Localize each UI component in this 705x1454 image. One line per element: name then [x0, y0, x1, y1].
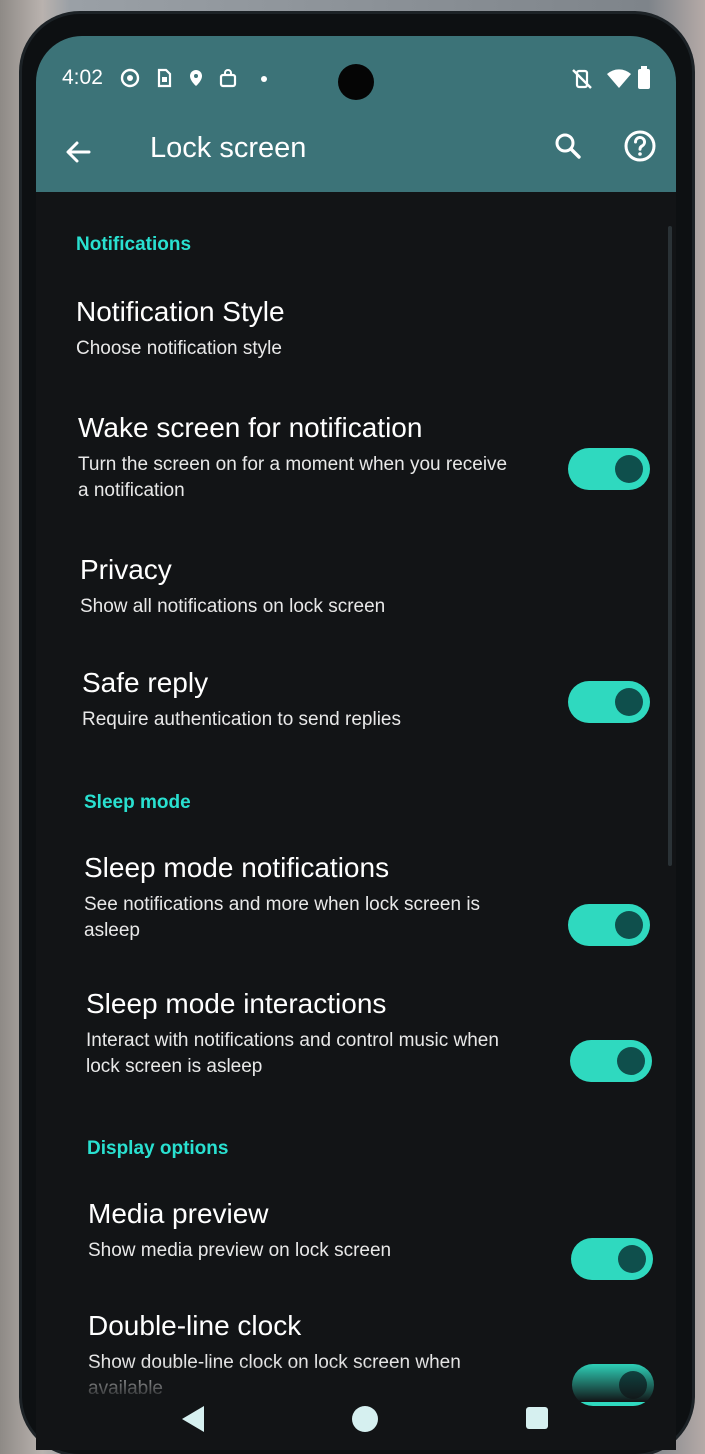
setting-title: Privacy: [80, 554, 172, 585]
help-button[interactable]: [620, 126, 660, 166]
toggle-knob: [615, 688, 643, 716]
toggle-knob: [615, 455, 643, 483]
top-bar: 4:02 Lock screen: [36, 36, 676, 192]
screen: 4:02 Lock screen Notifications Notificat…: [36, 36, 676, 1450]
section-header-display-options: Display options: [87, 1138, 229, 1159]
setting-media-preview[interactable]: Media preview Show media preview on lock…: [36, 1196, 676, 1280]
navigation-bar: [36, 1396, 676, 1450]
setting-title: Notification Style: [76, 296, 285, 327]
section-header-notifications: Notifications: [76, 234, 192, 255]
wake-screen-toggle[interactable]: [568, 448, 650, 490]
vibrate-off-icon: [572, 69, 592, 89]
help-icon: [624, 130, 656, 162]
toggle-knob: [615, 911, 643, 939]
setting-title: Media preview: [88, 1198, 269, 1229]
search-button[interactable]: [548, 126, 588, 166]
front-camera: [338, 64, 374, 100]
setting-subtitle: See notifications and more when lock scr…: [84, 894, 481, 941]
back-button[interactable]: [58, 132, 98, 172]
sim-icon: [157, 68, 172, 88]
setting-sleep-mode-notifications[interactable]: Sleep mode notifications See notificatio…: [36, 850, 676, 960]
recents-square-icon[interactable]: [526, 1407, 548, 1429]
setting-title: Double-line clock: [88, 1310, 302, 1341]
setting-title: Safe reply: [82, 667, 209, 698]
sleep-mode-interactions-toggle[interactable]: [570, 1040, 652, 1082]
media-preview-toggle[interactable]: [571, 1238, 653, 1280]
section-header-sleep-mode: Sleep mode: [84, 792, 191, 813]
battery-icon: [638, 66, 650, 89]
setting-subtitle: Require authentication to send replies: [82, 709, 401, 730]
safe-reply-toggle[interactable]: [568, 681, 650, 723]
shopping-bag-icon: [219, 69, 237, 88]
setting-subtitle: Interact with notifications and control …: [86, 1030, 499, 1077]
setting-sleep-mode-interactions[interactable]: Sleep mode interactions Interact with no…: [36, 986, 676, 1096]
sleep-mode-notifications-toggle[interactable]: [568, 904, 650, 946]
whatsapp-icon: [120, 68, 140, 88]
arrow-back-icon: [66, 141, 91, 163]
page-title: Lock screen: [150, 132, 307, 164]
setting-subtitle: Show media preview on lock screen: [88, 1240, 392, 1261]
setting-title: Sleep mode notifications: [84, 852, 390, 883]
search-icon: [555, 133, 581, 159]
toggle-knob: [617, 1047, 645, 1075]
setting-safe-reply[interactable]: Safe reply Require authentication to sen…: [36, 665, 676, 745]
wifi-icon: [607, 69, 631, 88]
setting-subtitle: Show all notifications on lock screen: [80, 596, 386, 617]
toggle-knob: [618, 1245, 646, 1273]
setting-subtitle: Turn the screen on for a moment when you…: [78, 454, 508, 501]
status-time: 4:02: [62, 66, 103, 89]
setting-title: Wake screen for notification: [78, 412, 423, 443]
back-triangle-icon[interactable]: [182, 1406, 204, 1432]
home-circle-icon[interactable]: [352, 1406, 378, 1432]
maps-pin-icon: [190, 70, 202, 86]
dot-icon: [261, 76, 267, 82]
setting-privacy[interactable]: Privacy Show all notifications on lock s…: [36, 552, 676, 632]
setting-subtitle: Choose notification style: [76, 338, 282, 359]
setting-title: Sleep mode interactions: [86, 988, 387, 1019]
setting-notification-style[interactable]: Notification Style Choose notification s…: [36, 292, 676, 382]
setting-wake-screen[interactable]: Wake screen for notification Turn the sc…: [36, 410, 676, 520]
